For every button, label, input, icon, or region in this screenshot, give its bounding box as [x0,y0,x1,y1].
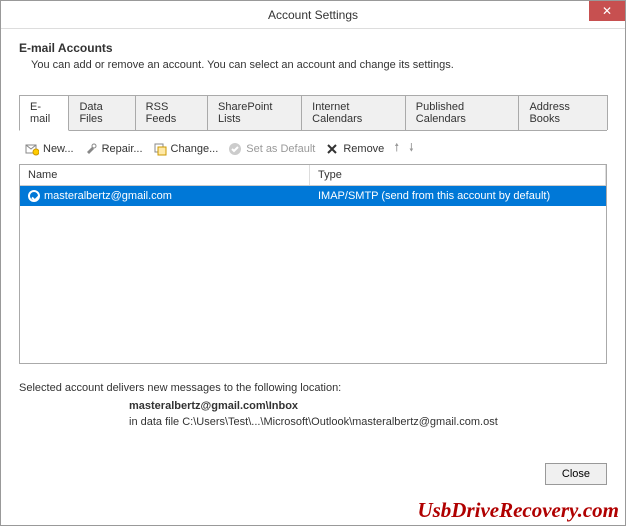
tab-email[interactable]: E-mail [19,95,69,131]
remove-icon [325,142,339,156]
tab-internet-calendars[interactable]: Internet Calendars [301,95,406,130]
repair-button[interactable]: Repair... [84,142,143,156]
close-icon: ✕ [602,4,612,18]
section-heading: E-mail Accounts [19,41,607,55]
delivery-label: Selected account delivers new messages t… [19,382,607,394]
watermark: UsbDriveRecovery.com [417,498,619,523]
delivery-info: Selected account delivers new messages t… [19,382,607,428]
set-default-button: Set as Default [228,142,315,156]
tab-rss-feeds[interactable]: RSS Feeds [135,95,208,130]
new-button[interactable]: New... [25,142,74,156]
window-close-button[interactable]: ✕ [589,1,625,21]
column-type[interactable]: Type [310,165,606,185]
repair-label: Repair... [102,143,143,155]
account-name: masteralbertz@gmail.com [44,190,172,202]
account-list: Name Type masteralbertz@gmail.com IMAP/S… [19,164,607,364]
section-subheading: You can add or remove an account. You ca… [31,59,607,71]
delivery-datafile: in data file C:\Users\Test\...\Microsoft… [129,416,607,428]
check-icon [228,142,242,156]
column-name[interactable]: Name [20,165,310,185]
titlebar: Account Settings ✕ [1,1,625,29]
list-header: Name Type [20,165,606,186]
dialog-content: E-mail Accounts You can add or remove an… [1,29,625,438]
new-label: New... [43,143,74,155]
move-up-icon: 🠕 [394,139,399,158]
repair-icon [84,142,98,156]
change-label: Change... [171,143,219,155]
close-button[interactable]: Close [545,463,607,485]
new-icon [25,142,39,156]
default-account-icon [28,190,40,202]
remove-label: Remove [343,143,384,155]
account-row[interactable]: masteralbertz@gmail.com IMAP/SMTP (send … [20,186,606,206]
tab-data-files[interactable]: Data Files [68,95,135,130]
delivery-location: masteralbertz@gmail.com\Inbox [129,400,607,412]
remove-button[interactable]: Remove [325,142,384,156]
move-down-icon: 🠗 [409,139,414,158]
tab-address-books[interactable]: Address Books [518,95,608,130]
account-type: IMAP/SMTP (send from this account by def… [318,190,550,202]
window-title: Account Settings [268,8,358,22]
tab-sharepoint-lists[interactable]: SharePoint Lists [207,95,302,130]
toolbar: New... Repair... Change... Set as Defaul… [19,131,607,164]
tab-published-calendars[interactable]: Published Calendars [405,95,520,130]
change-icon [153,142,167,156]
set-default-label: Set as Default [246,143,315,155]
change-button[interactable]: Change... [153,142,219,156]
tab-strip: E-mail Data Files RSS Feeds SharePoint L… [19,95,607,131]
dialog-footer: Close [545,463,607,485]
